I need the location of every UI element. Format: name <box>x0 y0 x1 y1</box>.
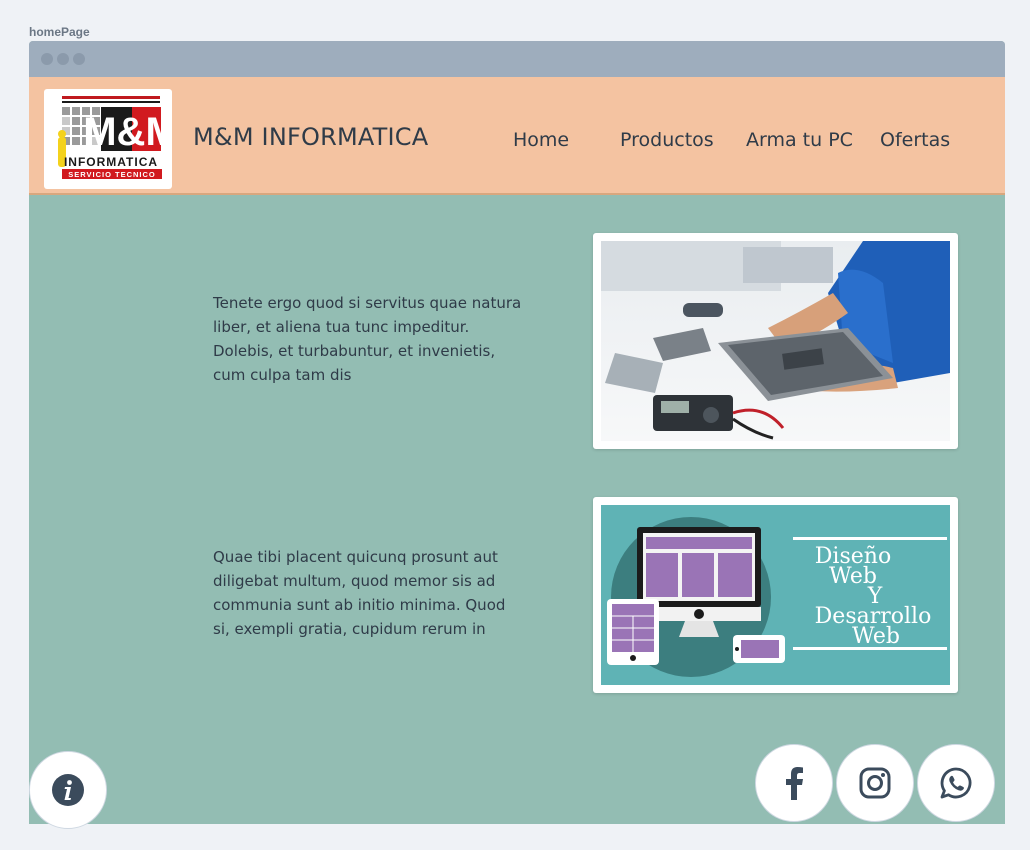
facebook-icon <box>786 767 803 800</box>
brand-name[interactable]: M&M INFORMATICA <box>193 123 428 151</box>
web-design-devices-icon: Diseño Web Y Desarrollo Web <box>601 505 950 685</box>
site-header: M&M INFORMATICA SERVICIO TECNICO M&M INF… <box>29 77 1005 195</box>
nav-productos[interactable]: Productos <box>620 129 714 151</box>
intro-paragraph: Tenete ergo quod si servitus quae natura… <box>213 294 522 384</box>
logo-word: M&M <box>83 110 172 154</box>
nav-ofertas[interactable]: Ofertas <box>880 129 950 151</box>
window-dot <box>73 53 85 65</box>
frame-label: homePage <box>29 25 90 39</box>
info-button[interactable] <box>29 751 107 829</box>
services-paragraph: Quae tibi placent quicunq prosunt aut di… <box>213 548 506 638</box>
instagram-button[interactable] <box>836 744 914 822</box>
info-icon <box>52 774 84 806</box>
window-dot <box>41 53 53 65</box>
window-titlebar <box>29 41 1005 77</box>
technician-repairing-laptop-icon <box>601 241 950 441</box>
facebook-button[interactable] <box>755 744 833 822</box>
logo-word-informatica: INFORMATICA <box>64 155 158 169</box>
whatsapp-button[interactable] <box>917 744 995 822</box>
nav-home[interactable]: Home <box>513 129 569 151</box>
image-card-repair[interactable] <box>593 233 958 449</box>
nav-arma-tu-pc[interactable]: Arma tu PC <box>746 129 853 151</box>
logo-mark-icon: M&M INFORMATICA SERVICIO TECNICO <box>58 96 179 179</box>
image-card-web-design[interactable]: Diseño Web Y Desarrollo Web <box>593 497 958 693</box>
whatsapp-icon <box>940 767 972 799</box>
browser-window: M&M INFORMATICA SERVICIO TECNICO M&M INF… <box>29 41 1005 829</box>
brand-logo[interactable]: M&M INFORMATICA SERVICIO TECNICO <box>44 89 179 189</box>
window-dot <box>57 53 69 65</box>
instagram-icon <box>859 767 891 799</box>
banner-word: Web <box>852 624 900 649</box>
logo-tagline: SERVICIO TECNICO <box>68 170 156 179</box>
